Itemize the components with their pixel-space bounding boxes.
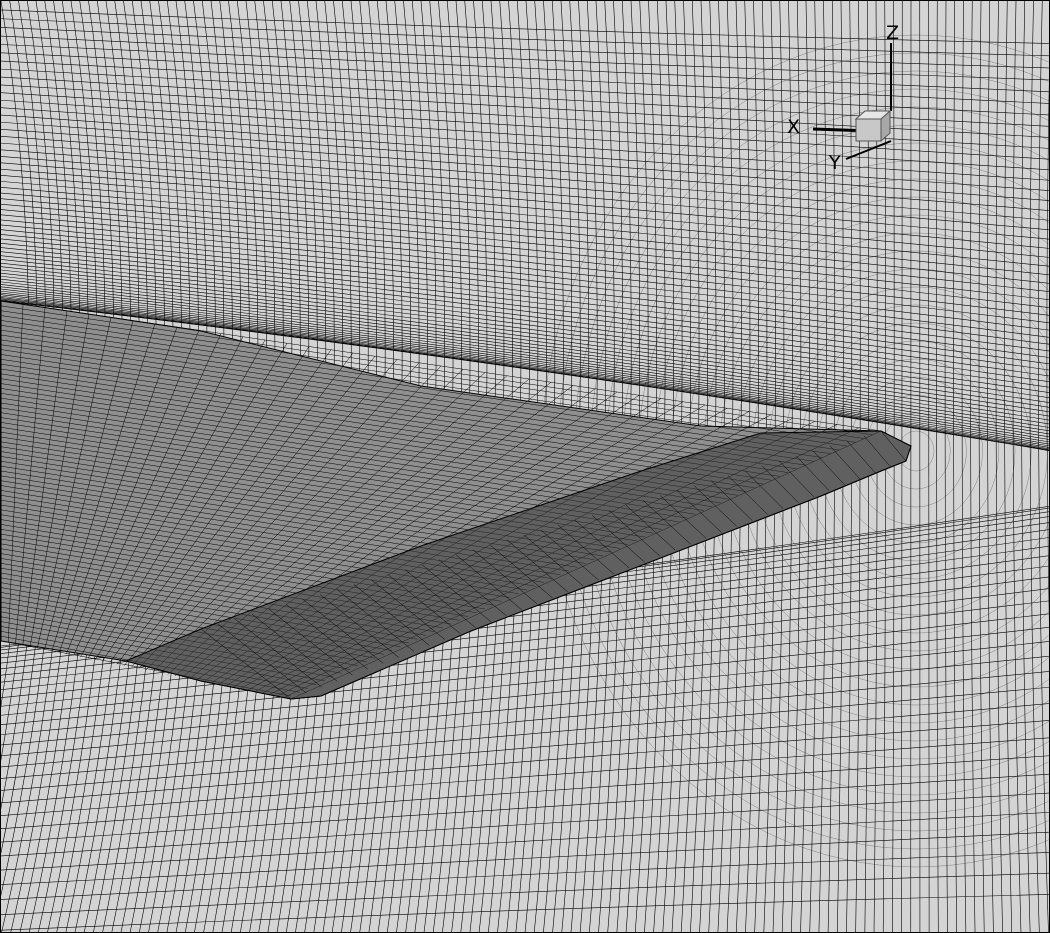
x-axis-label: X	[787, 116, 800, 138]
orientation-cube	[854, 109, 892, 143]
mesh-canvas: Z X Y	[1, 1, 1049, 932]
z-axis-label: Z	[886, 22, 899, 44]
mesh-viewport[interactable]: Z X Y	[0, 0, 1050, 933]
y-axis-label: Y	[828, 152, 841, 174]
